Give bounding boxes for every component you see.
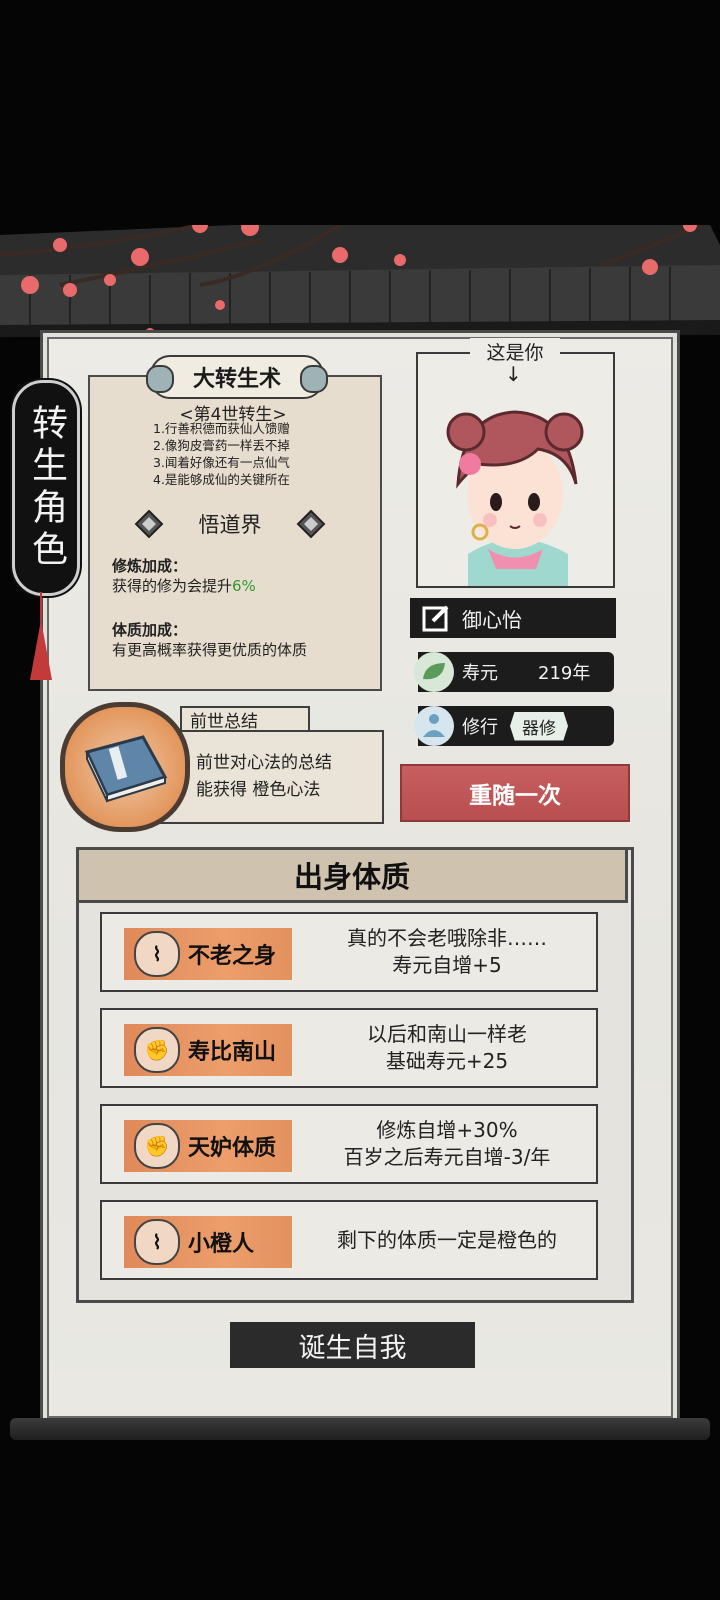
- reroll-button[interactable]: 重随一次: [400, 764, 630, 822]
- desc-line: 修炼自增+30%: [376, 1118, 518, 1142]
- desc-line: 真的不会老哦除非……: [347, 926, 547, 950]
- desc-line: 百岁之后寿元自增-3/年: [343, 1145, 551, 1169]
- born-button[interactable]: 诞生自我: [230, 1322, 475, 1368]
- meditation-icon: [414, 706, 454, 746]
- constitution-bonus: 体质加成： 有更高概率获得更优质的体质: [112, 620, 307, 660]
- constitution-badge: ⌇ 不老之身: [124, 928, 292, 980]
- constitution-desc: 真的不会老哦除非…… 寿元自增+5: [302, 914, 592, 990]
- constitution-name: 小橙人: [188, 1232, 255, 1257]
- constitution-badge: ✊ 寿比南山: [124, 1024, 292, 1076]
- lifespan-label: 寿元: [462, 663, 498, 684]
- summary-line: 能获得 橙色心法: [196, 780, 321, 800]
- desc-line: 以后和南山一样老: [367, 1022, 527, 1046]
- roof-decoration: [0, 225, 720, 345]
- rebirth-title: 大转生术: [146, 355, 328, 399]
- rule-item: 2.像狗皮膏药一样丢不掉: [153, 438, 290, 453]
- rule-item: 4.是能够成仙的关键所在: [153, 472, 290, 487]
- leaf-icon: [414, 652, 454, 692]
- title-ornament-icon: [146, 365, 174, 393]
- tassel-cord: [40, 592, 42, 622]
- constitution-bonus-text: 有更高概率获得更优质的体质: [112, 641, 308, 659]
- scroll-rod: [10, 1418, 710, 1440]
- cultivation-bar: 修行 器修: [414, 706, 614, 746]
- constitution-title: 出身体质: [76, 847, 628, 903]
- cultivation-label: 修行: [462, 717, 498, 738]
- cultivation-bonus-value: 6%: [232, 577, 256, 595]
- constitution-name: 寿比南山: [188, 1040, 277, 1065]
- cultivation-bonus: 修炼加成： 获得的修为会提升6%: [112, 556, 256, 596]
- constitution-name: 天妒体质: [188, 1136, 277, 1161]
- scroll-icon: ⌇: [134, 1219, 180, 1265]
- rebirth-rules: 1.行善积德而获仙人馈赠 2.像狗皮膏药一样丢不掉 3.闻着好像还有一点仙气 4…: [153, 420, 290, 488]
- constitution-desc: 剩下的体质一定是橙色的: [302, 1202, 592, 1278]
- constitution-desc: 修炼自增+30% 百岁之后寿元自增-3/年: [302, 1106, 592, 1182]
- constitution-item[interactable]: ⌇ 小橙人 剩下的体质一定是橙色的: [100, 1200, 598, 1280]
- constitution-bonus-label: 体质加成：: [112, 621, 188, 639]
- constitution-name: 不老之身: [188, 944, 277, 969]
- character-name: 御心怡: [462, 607, 522, 632]
- constitution-desc: 以后和南山一样老 基础寿元+25: [302, 1010, 592, 1086]
- title-ornament-icon: [300, 365, 328, 393]
- constitution-item[interactable]: ✊ 寿比南山 以后和南山一样老 基础寿元+25: [100, 1008, 598, 1088]
- fist-icon: ✊: [134, 1123, 180, 1169]
- cultivation-type-tag: 器修: [510, 711, 568, 741]
- fist-icon: ✊: [134, 1027, 180, 1073]
- constitution-item[interactable]: ✊ 天妒体质 修炼自增+30% 百岁之后寿元自增-3/年: [100, 1104, 598, 1184]
- edit-icon[interactable]: [418, 600, 454, 636]
- summary-line: 前世对心法的总结: [196, 753, 332, 773]
- cultivation-bonus-label: 修炼加成：: [112, 557, 188, 575]
- constitution-item[interactable]: ⌇ 不老之身 真的不会老哦除非…… 寿元自增+5: [100, 912, 598, 992]
- desc-line: 剩下的体质一定是橙色的: [337, 1227, 557, 1252]
- name-bar[interactable]: 御心怡: [410, 598, 616, 638]
- lifespan-value: 219年: [538, 663, 591, 684]
- rule-item: 3.闻着好像还有一点仙气: [153, 455, 290, 470]
- desc-line: 寿元自增+5: [392, 953, 502, 977]
- constitution-badge: ✊ 天妒体质: [124, 1120, 292, 1172]
- side-tag: 转生角色: [12, 380, 80, 596]
- side-tag-label: 转生角色: [26, 404, 67, 572]
- lifespan-bar: 寿元 219年: [414, 652, 614, 692]
- desc-line: 基础寿元+25: [385, 1049, 509, 1073]
- cultivation-bonus-text: 获得的修为会提升: [112, 577, 233, 595]
- rebirth-title-text: 大转生术: [192, 367, 281, 392]
- scroll-icon: ⌇: [134, 931, 180, 977]
- rule-item: 1.行善积德而获仙人馈赠: [153, 421, 290, 436]
- you-label: 这是你: [470, 338, 560, 365]
- down-arrow-icon: ↓: [505, 362, 522, 386]
- tassel-icon: [30, 620, 52, 680]
- technique-book-icon[interactable]: [60, 702, 190, 832]
- character-portrait: [416, 352, 615, 588]
- summary-text: 前世对心法的总结 能获得 橙色心法: [196, 750, 332, 804]
- diamond-ornament-icon: [296, 509, 326, 539]
- constitution-title-text: 出身体质: [293, 860, 410, 894]
- constitution-badge: ⌇ 小橙人: [124, 1216, 292, 1268]
